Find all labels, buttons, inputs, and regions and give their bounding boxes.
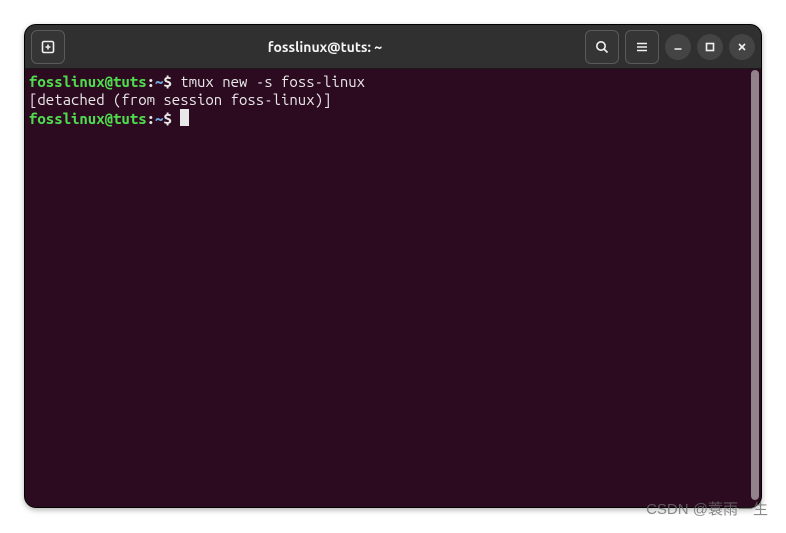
prompt-colon: : xyxy=(147,73,155,90)
close-button[interactable] xyxy=(729,34,755,60)
prompt-colon: : xyxy=(147,110,155,127)
terminal-window: fosslinux@tuts: ~ xyxy=(24,24,762,508)
new-tab-button[interactable] xyxy=(31,30,65,64)
menu-button[interactable] xyxy=(625,30,659,64)
search-button[interactable] xyxy=(585,30,619,64)
command-text: tmux new -s foss-linux xyxy=(172,73,365,90)
prompt-symbol: $ xyxy=(163,73,171,90)
terminal-line: fosslinux@tuts:~$ xyxy=(29,109,753,128)
terminal-area[interactable]: fosslinux@tuts:~$ tmux new -s foss-linux… xyxy=(25,69,761,507)
minimize-button[interactable] xyxy=(665,34,691,60)
hamburger-icon xyxy=(634,39,650,55)
prompt-symbol: $ xyxy=(163,110,171,127)
terminal-line: fosslinux@tuts:~$ tmux new -s foss-linux xyxy=(29,73,753,91)
command-text xyxy=(172,110,180,127)
cursor xyxy=(180,109,189,126)
terminal-output: [detached (from session foss-linux)] xyxy=(29,91,753,109)
maximize-icon xyxy=(704,41,716,53)
prompt-user: fosslinux@tuts xyxy=(29,73,147,90)
prompt-user: fosslinux@tuts xyxy=(29,110,147,127)
minimize-icon xyxy=(672,41,684,53)
scrollbar[interactable] xyxy=(751,70,759,500)
window-title: fosslinux@tuts: ~ xyxy=(71,39,579,55)
new-tab-icon xyxy=(40,39,56,55)
watermark: CSDN @蓑雨一生 xyxy=(646,498,768,519)
search-icon xyxy=(594,39,610,55)
maximize-button[interactable] xyxy=(697,34,723,60)
titlebar: fosslinux@tuts: ~ xyxy=(25,25,761,69)
close-icon xyxy=(736,41,748,53)
